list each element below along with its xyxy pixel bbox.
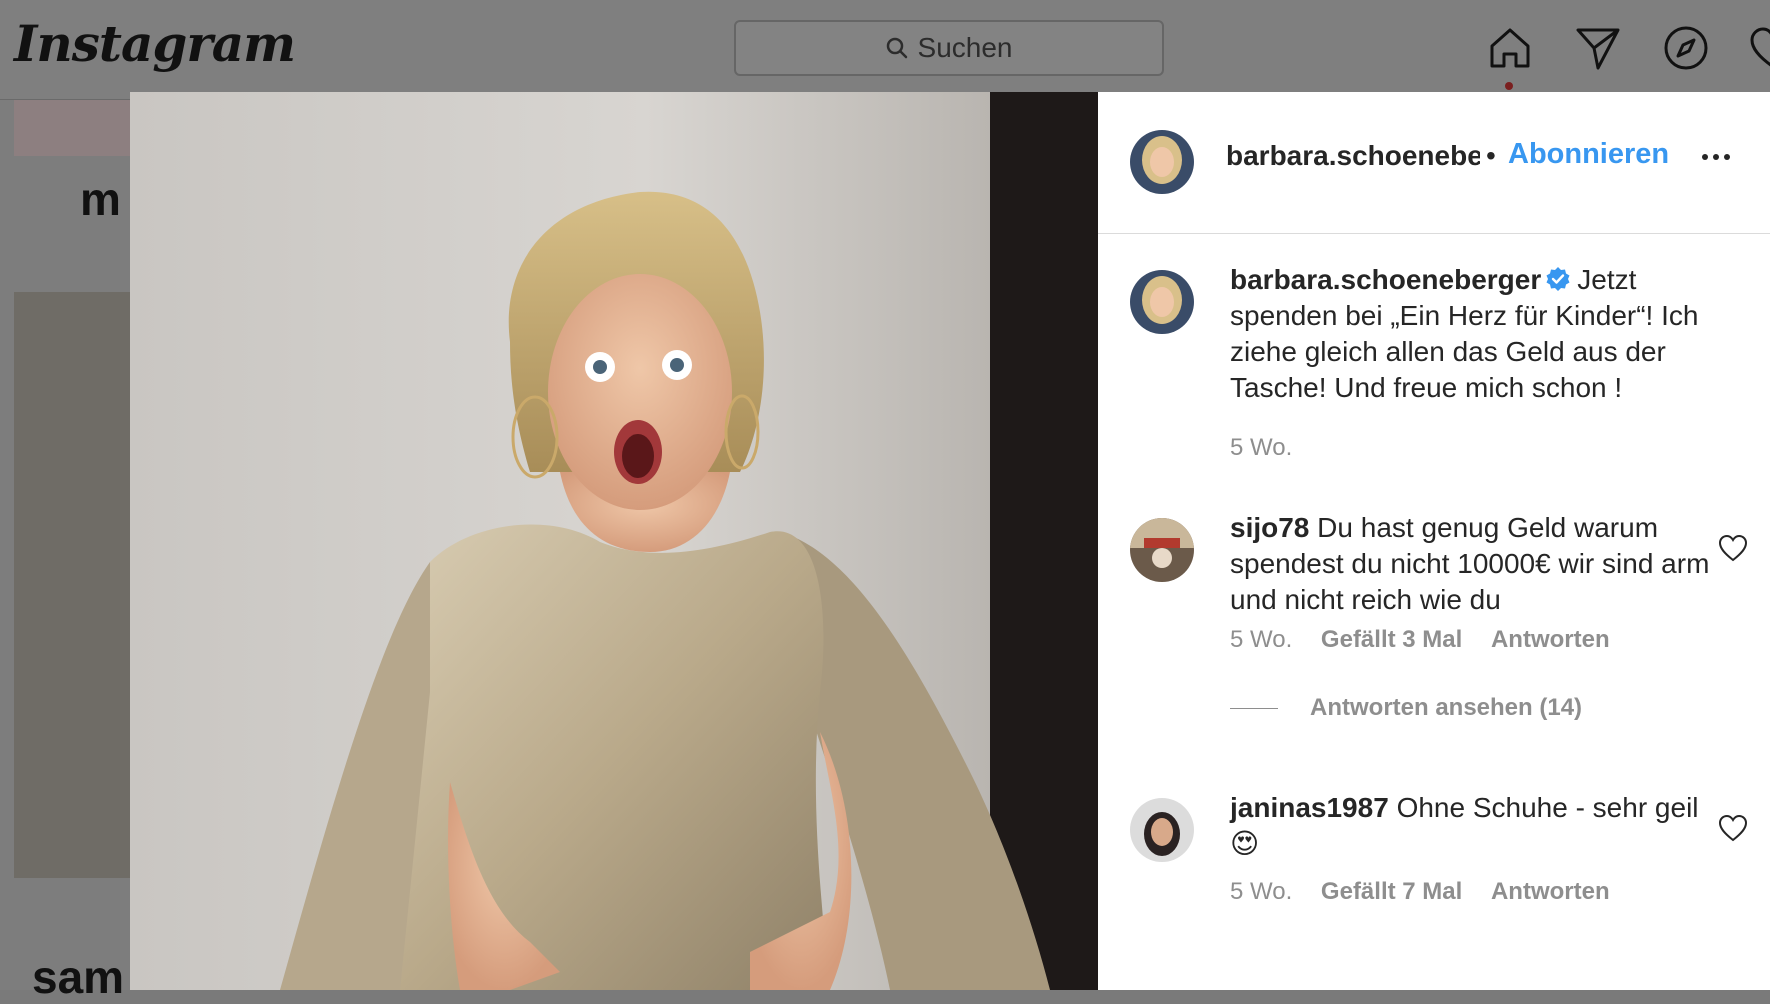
comment-username[interactable]: janinas1987 [1230,792,1389,823]
feed-image-strip [14,100,130,156]
author-username[interactable]: barbara.schoenebe [1226,140,1480,172]
comment-meta: 5 Wo. Gefällt 3 Mal Antworten [1230,626,1632,654]
notification-dot [1505,82,1513,90]
like-heart-icon[interactable] [1718,814,1748,842]
search-placeholder: Suchen [917,32,1013,63]
home-icon[interactable] [1486,24,1534,72]
comment-text: Ohne Schuhe - sehr geil [1396,792,1699,823]
comment-username[interactable]: sijo78 [1230,512,1309,543]
search-icon [886,37,907,59]
reply-button[interactable]: Antworten [1491,878,1610,905]
comment-age: 5 Wo. [1230,878,1293,905]
more-options-icon[interactable] [1702,154,1730,160]
comment-age: 5 Wo. [1230,626,1293,653]
caption-age: 5 Wo. [1230,434,1293,461]
caption-avatar[interactable] [1130,270,1194,334]
verified-badge-icon [1546,267,1570,291]
feed-username-partial: m [80,173,121,225]
post-header: barbara.schoenebe • Abonnieren [1098,92,1770,234]
activity-heart-icon[interactable] [1748,24,1770,72]
direct-message-icon[interactable] [1574,24,1622,72]
comment-meta: 5 Wo. Gefällt 7 Mal Antworten [1230,878,1632,906]
top-navigation-bar: Instagram Suchen [0,0,1770,100]
commenter-avatar[interactable] [1130,798,1194,862]
caption-text-block: barbara.schoeneberger Jetzt spenden bei „… [1230,262,1730,406]
post-photo[interactable] [130,92,1098,990]
post-modal: barbara.schoenebe • Abonnieren barbara.s… [130,92,1770,990]
caption-meta: 5 Wo. [1230,434,1314,462]
search-input[interactable]: Suchen [734,20,1164,76]
view-replies-label: Antworten ansehen (14) [1310,694,1583,721]
commenter-avatar[interactable] [1130,518,1194,582]
caption-username[interactable]: barbara.schoeneberger [1230,264,1541,295]
comment-likes[interactable]: Gefällt 7 Mal [1321,878,1462,905]
follow-button[interactable]: Abonnieren [1508,138,1669,171]
comment-likes[interactable]: Gefällt 3 Mal [1321,626,1462,653]
reply-button[interactable]: Antworten [1491,626,1610,653]
explore-compass-icon[interactable] [1662,24,1710,72]
author-avatar[interactable] [1130,130,1194,194]
comment-text-block: janinas1987 Ohne Schuhe - sehr geil 😍 [1230,790,1730,862]
post-sidebar: barbara.schoenebe • Abonnieren barbara.s… [1098,92,1770,990]
like-heart-icon[interactable] [1718,534,1748,562]
post-photo-illustration [130,92,1098,990]
feed-username-partial-2: sam [32,951,125,1003]
heart-eyes-emoji-icon: 😍 [1230,828,1260,859]
replies-divider [1230,707,1278,709]
feed-image [14,292,130,878]
separator-dot: • [1486,140,1496,171]
view-replies-button[interactable]: Antworten ansehen (14) [1230,694,1582,722]
instagram-logo[interactable]: Instagram [14,14,296,73]
comment-text-block: sijo78 Du hast genug Geld warum spendest… [1230,510,1730,618]
